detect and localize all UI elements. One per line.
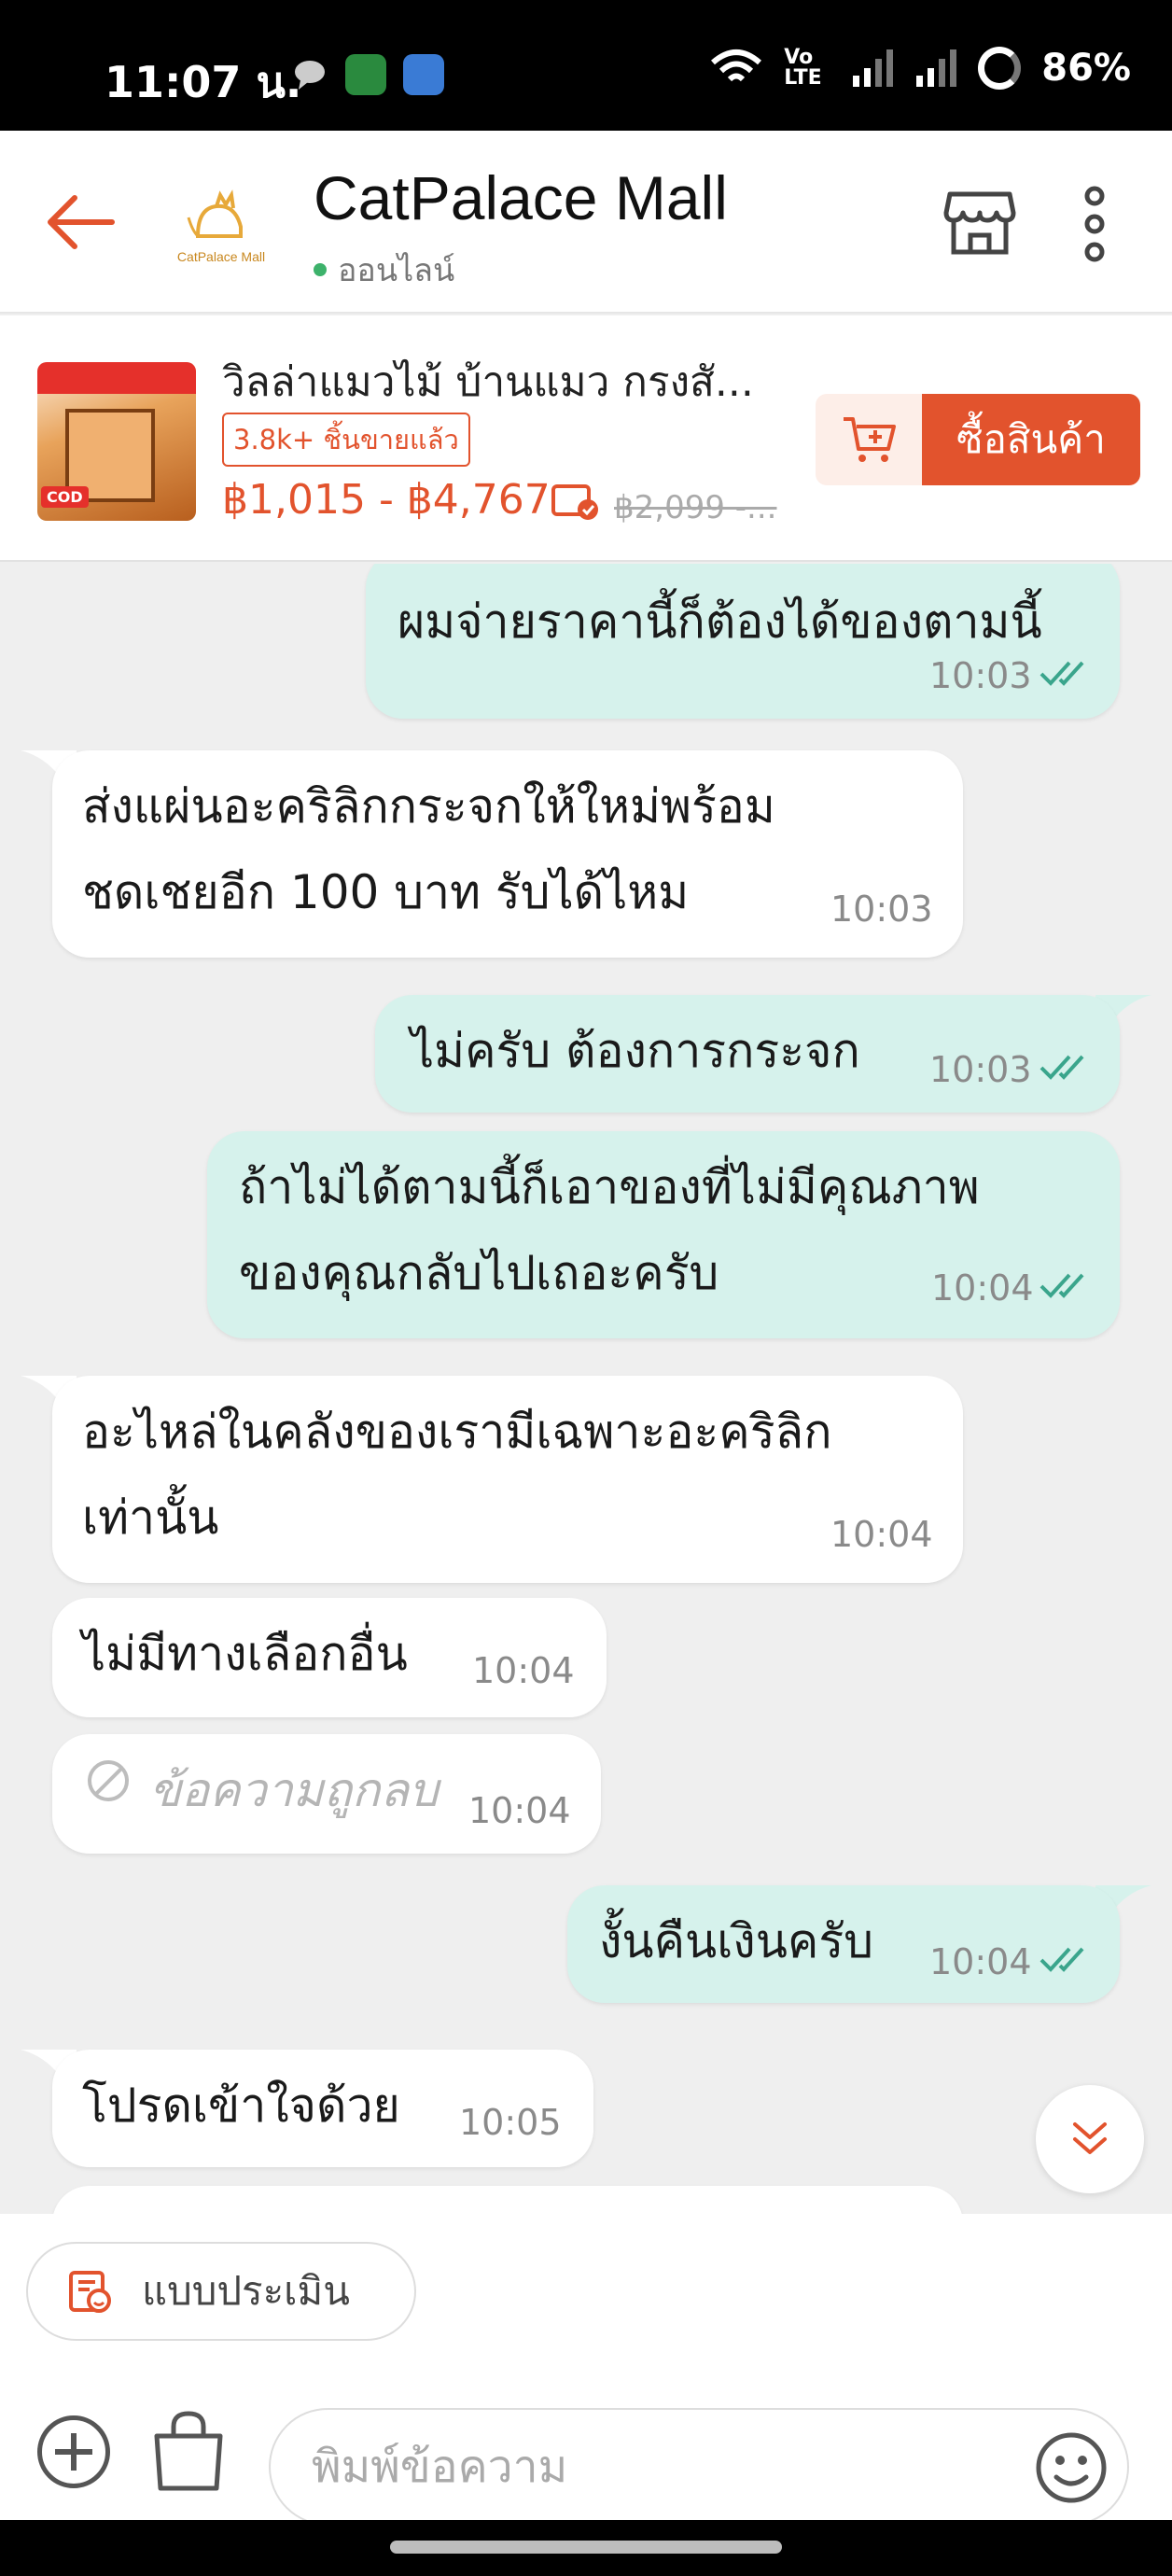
product-image-banner <box>37 362 196 394</box>
chat-header: CatPalace Mall CatPalace Mall ออนไลน์ <box>0 131 1172 314</box>
volte-label: Vo LTE <box>784 46 822 90</box>
notification-icons <box>291 54 444 95</box>
message-text-line-1: อะไหล่ในคลังของเรามีเฉพาะอะคริลิก <box>82 1405 832 1459</box>
message-text-line-2: ชดเชยอีก 100 บาท รับได้ไหม <box>82 865 690 919</box>
product-old-price: ฿2,099 -... <box>614 489 777 526</box>
composer-area: แบบประเมิน พิมพ์ข้อความ <box>0 2214 1172 2526</box>
message-bubble-outgoing[interactable]: ถ้าไม่ได้ตามนี้ก็เอาของที่ไม่มีคุณภาพ ขอ… <box>207 1131 1120 1338</box>
chevron-down-double-icon <box>1073 2122 1107 2154</box>
message-bubble-deleted[interactable]: ข้อความถูกลบ 10:04 <box>52 1734 601 1854</box>
double-check-icon <box>1039 1055 1084 1080</box>
message-time: 10:04 <box>830 1514 933 1555</box>
more-vertical-icon[interactable] <box>1075 185 1114 263</box>
signal-icon <box>853 49 894 87</box>
back-arrow-icon[interactable] <box>41 183 119 261</box>
message-bubble-incoming[interactable]: ส่งแผ่นอะคริลิกกระจกให้ใหม่พร้อม ชดเชยอี… <box>52 750 963 958</box>
store-icon[interactable] <box>942 185 1017 259</box>
status-bar: 11:07 น. Vo LTE 86% <box>0 0 1172 131</box>
message-text: ข้อความถูกลบ <box>149 1763 439 1817</box>
product-image[interactable]: COD <box>37 362 196 521</box>
add-icon[interactable] <box>37 2415 110 2488</box>
message-text-line-2: เท่านั้น <box>82 1491 219 1545</box>
signal-icon-2 <box>916 49 957 87</box>
cod-badge: COD <box>41 486 89 508</box>
double-check-icon <box>1039 1947 1084 1972</box>
message-text: ผมจ่ายราคานี้ก็ต้องได้ของตามนี้ <box>398 595 1042 649</box>
battery-icon <box>978 47 1022 90</box>
message-bubble-incoming[interactable]: โปรดเข้าใจด้วย 10:05 <box>52 2050 593 2167</box>
shop-logo[interactable]: CatPalace Mall <box>166 172 276 282</box>
bag-icon[interactable] <box>151 2410 226 2494</box>
buy-now-button[interactable]: ซื้อสินค้า <box>922 394 1140 485</box>
message-time: 10:03 <box>929 655 1032 696</box>
evaluation-label: แบบประเมิน <box>142 2268 350 2314</box>
evaluation-icon <box>69 2271 111 2313</box>
product-price: ฿1,015 - ฿4,767 <box>222 476 551 524</box>
status-right: Vo LTE 86% <box>709 47 1131 90</box>
bolt-app-icon <box>345 54 386 95</box>
status-time: 11:07 น. <box>105 57 302 107</box>
home-gesture-pill[interactable] <box>390 2541 782 2554</box>
product-card[interactable]: COD วิลล่าแมวไม้ บ้านแมว กรงสั... 3.8k+ … <box>0 315 1172 562</box>
emoji-icon[interactable] <box>1034 2430 1109 2505</box>
message-input[interactable]: พิมพ์ข้อความ <box>269 2408 1129 2526</box>
deleted-icon <box>88 1760 129 1801</box>
online-dot-icon <box>314 263 327 276</box>
message-text-line-2: ของคุณกลับไปเถอะครับ <box>239 1246 719 1300</box>
message-time: 10:04 <box>472 1650 575 1691</box>
message-bubble-outgoing[interactable]: ผมจ่ายราคานี้ก็ต้องได้ของตามนี้ 10:03 <box>366 564 1120 719</box>
message-time: 10:04 <box>929 1941 1032 1982</box>
add-to-cart-button[interactable] <box>816 394 922 485</box>
wifi-icon <box>711 49 762 82</box>
message-text: งั้นคืนเงินครับ <box>599 1914 873 1968</box>
add-to-cart-icon <box>844 417 896 462</box>
message-text-line-1: ถ้าไม่ได้ตามนี้ก็เอาของที่ไม่มีคุณภาพ <box>239 1160 980 1214</box>
battery-level: 86% <box>1041 47 1131 90</box>
shop-name[interactable]: CatPalace Mall <box>314 162 728 233</box>
message-bubble-incoming[interactable]: ไม่มีทางเลือกอื่น 10:04 <box>52 1598 607 1717</box>
input-row: พิมพ์ข้อความ <box>0 2378 1172 2526</box>
voucher-icon <box>551 484 598 520</box>
chat-messages[interactable]: ผมจ่ายราคานี้ก็ต้องได้ของตามนี้ 10:03 ส่… <box>0 564 1172 2214</box>
message-bubble-incoming[interactable]: อะไหล่ในคลังของเรามีเฉพาะอะคริลิก เท่านั… <box>52 1376 963 1583</box>
online-status-label: ออนไลน์ <box>338 252 455 289</box>
message-time: 10:05 <box>459 2102 562 2143</box>
cat-logo-icon <box>187 189 243 238</box>
message-time: 10:04 <box>931 1267 1034 1309</box>
message-time: 10:03 <box>830 889 933 930</box>
chat-notification-icon <box>295 61 325 90</box>
message-bubble-outgoing[interactable]: งั้นคืนเงินครับ 10:04 <box>567 1885 1120 2003</box>
product-title[interactable]: วิลล่าแมวไม้ บ้านแมว กรงสั... <box>222 349 782 414</box>
logo-text: CatPalace Mall <box>176 249 266 264</box>
message-text-line-1: ส่งแผ่นอะคริลิกกระจกให้ใหม่พร้อม <box>82 779 775 833</box>
double-check-icon <box>1039 1273 1084 1298</box>
message-bubble-outgoing[interactable]: ไม่ครับ ต้องการกระจก 10:03 <box>375 995 1120 1113</box>
double-check-icon <box>1039 661 1084 686</box>
scroll-to-bottom-button[interactable] <box>1036 2085 1144 2193</box>
message-time: 10:04 <box>468 1790 571 1831</box>
message-bubble-partial[interactable] <box>52 2186 963 2214</box>
system-nav-bar <box>0 2520 1172 2576</box>
sold-badge: 3.8k+ ชิ้นขายแล้ว <box>222 413 470 467</box>
message-text: โปรดเข้าใจด้วย <box>82 2079 400 2133</box>
weather-app-icon <box>403 54 444 95</box>
message-time: 10:03 <box>929 1049 1032 1090</box>
online-status: ออนไลน์ <box>314 245 454 295</box>
evaluation-chip[interactable]: แบบประเมิน <box>26 2242 416 2341</box>
message-text: ไม่ครับ ต้องการกระจก <box>411 1024 860 1078</box>
message-text: ไม่มีทางเลือกอื่น <box>82 1627 408 1681</box>
